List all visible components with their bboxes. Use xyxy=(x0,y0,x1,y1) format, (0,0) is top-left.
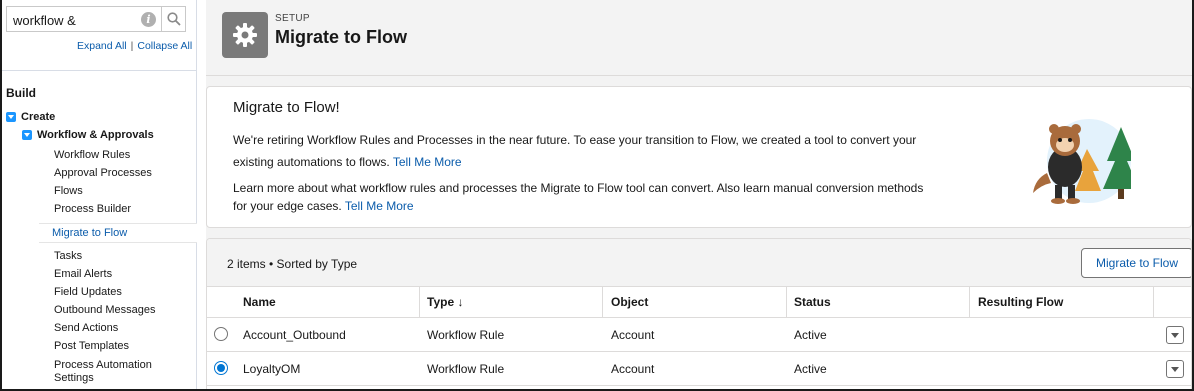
expand-all-link[interactable]: Expand All xyxy=(77,40,127,52)
column-divider[interactable] xyxy=(786,287,787,318)
setup-eyebrow: SETUP xyxy=(275,13,310,24)
table-row[interactable]: LoyaltyOM Workflow Rule Account Active xyxy=(207,352,1191,386)
table-row[interactable]: Account_Outbound Workflow Rule Account A… xyxy=(207,318,1191,352)
tell-me-more-link-1[interactable]: Tell Me More xyxy=(393,155,462,169)
column-divider[interactable] xyxy=(1153,287,1154,318)
quick-find-box: i xyxy=(6,6,186,32)
search-button[interactable] xyxy=(161,7,186,31)
tell-me-more-link-2[interactable]: Tell Me More xyxy=(345,199,414,213)
row-select-radio[interactable] xyxy=(214,327,228,341)
column-divider[interactable] xyxy=(602,287,603,318)
collapse-all-link[interactable]: Collapse All xyxy=(137,40,192,52)
sidebar-item-field-updates[interactable]: Field Updates xyxy=(54,286,122,298)
sidebar-item-migrate-to-flow-label: Migrate to Flow xyxy=(52,227,128,239)
column-header-status[interactable]: Status xyxy=(794,287,831,318)
row-type: Workflow Rule xyxy=(427,362,505,376)
search-icon xyxy=(167,12,181,26)
promo-p1-line1: We're retiring Workflow Rules and Proces… xyxy=(233,133,917,147)
migrate-to-flow-button[interactable]: Migrate to Flow xyxy=(1081,248,1191,278)
sidebar-item-send-actions[interactable]: Send Actions xyxy=(54,322,118,334)
column-header-resulting-flow[interactable]: Resulting Flow xyxy=(978,287,1063,318)
astro-mascot-illustration xyxy=(1033,119,1131,204)
column-header-type[interactable]: Type ↓ xyxy=(427,287,463,318)
info-icon[interactable]: i xyxy=(141,12,156,27)
link-separator: | xyxy=(130,40,134,52)
item-count: 2 items • Sorted by Type xyxy=(227,257,358,271)
sidebar-item-workflow-rules[interactable]: Workflow Rules xyxy=(54,149,130,161)
row-object: Account xyxy=(611,362,655,376)
table-header: Name Type ↓ Object Status Resulting Flow xyxy=(207,287,1191,318)
promo-p2-line1: Learn more about what workflow rules and… xyxy=(233,181,924,195)
sidebar-item-post-templates[interactable]: Post Templates xyxy=(54,340,129,352)
sidebar-item-outbound-messages[interactable]: Outbound Messages xyxy=(54,304,156,316)
row-name-link[interactable]: LoyaltyOM xyxy=(243,352,300,386)
sidebar-item-flows[interactable]: Flows xyxy=(54,185,83,197)
gear-icon xyxy=(233,23,257,47)
row-type: Workflow Rule xyxy=(427,328,505,342)
row-object: Account xyxy=(611,328,655,342)
sidebar-item-process-automation-settings[interactable]: Process Automation Settings xyxy=(54,359,164,385)
setup-sidebar: i Expand All|Collapse All Build Create W… xyxy=(2,0,197,389)
promo-paragraph-2: Learn more about what workflow rules and… xyxy=(233,179,933,215)
collapse-toggle-icon[interactable] xyxy=(22,130,32,140)
migrate-promo-card: Migrate to Flow! We're retiring Workflow… xyxy=(206,86,1192,228)
column-header-object[interactable]: Object xyxy=(611,287,648,318)
tree-node-create[interactable]: Create xyxy=(6,111,55,123)
automation-list-card: 2 items • Sorted by Type Migrate to Flow… xyxy=(206,238,1192,389)
tree-node-create-label: Create xyxy=(21,111,56,123)
column-header-name[interactable]: Name xyxy=(243,287,276,318)
promo-p1-line2: existing automations to flows. xyxy=(233,155,390,169)
row-actions-dropdown[interactable] xyxy=(1166,360,1184,378)
row-select-radio[interactable] xyxy=(214,361,228,375)
quick-find-input[interactable] xyxy=(13,11,133,29)
row-status: Active xyxy=(794,362,827,376)
tree-node-workflow-approvals[interactable]: Workflow & Approvals xyxy=(22,129,154,141)
expand-collapse-links: Expand All | Collapse All xyxy=(77,40,192,52)
sidebar-item-process-builder[interactable]: Process Builder xyxy=(54,203,131,215)
window-frame: i Expand All|Collapse All Build Create W… xyxy=(0,0,1194,391)
page-header: SETUP Migrate to Flow xyxy=(206,0,1192,76)
sidebar-divider xyxy=(2,70,197,71)
row-actions-dropdown[interactable] xyxy=(1166,326,1184,344)
build-heading: Build xyxy=(6,86,36,100)
column-divider[interactable] xyxy=(419,287,420,318)
main-content: SETUP Migrate to Flow Migrate to Flow! W… xyxy=(206,0,1192,389)
list-header: 2 items • Sorted by Type Migrate to Flow xyxy=(207,239,1191,287)
page-title: Migrate to Flow xyxy=(275,27,407,47)
setup-icon-tile xyxy=(222,12,268,58)
sidebar-item-approval-processes[interactable]: Approval Processes xyxy=(54,167,152,179)
sidebar-item-migrate-to-flow[interactable]: Migrate to Flow xyxy=(39,223,197,243)
row-name-link[interactable]: Account_Outbound xyxy=(243,318,346,352)
sidebar-item-tasks[interactable]: Tasks xyxy=(54,250,82,262)
tree-node-workflow-approvals-label: Workflow & Approvals xyxy=(37,129,154,141)
column-divider[interactable] xyxy=(969,287,970,318)
sidebar-item-email-alerts[interactable]: Email Alerts xyxy=(54,268,112,280)
collapse-toggle-icon[interactable] xyxy=(6,112,16,122)
promo-paragraph-1: We're retiring Workflow Rules and Proces… xyxy=(233,131,933,175)
promo-p2-line2: for your edge cases. xyxy=(233,199,342,213)
row-status: Active xyxy=(794,328,827,342)
promo-title: Migrate to Flow! xyxy=(233,99,340,116)
